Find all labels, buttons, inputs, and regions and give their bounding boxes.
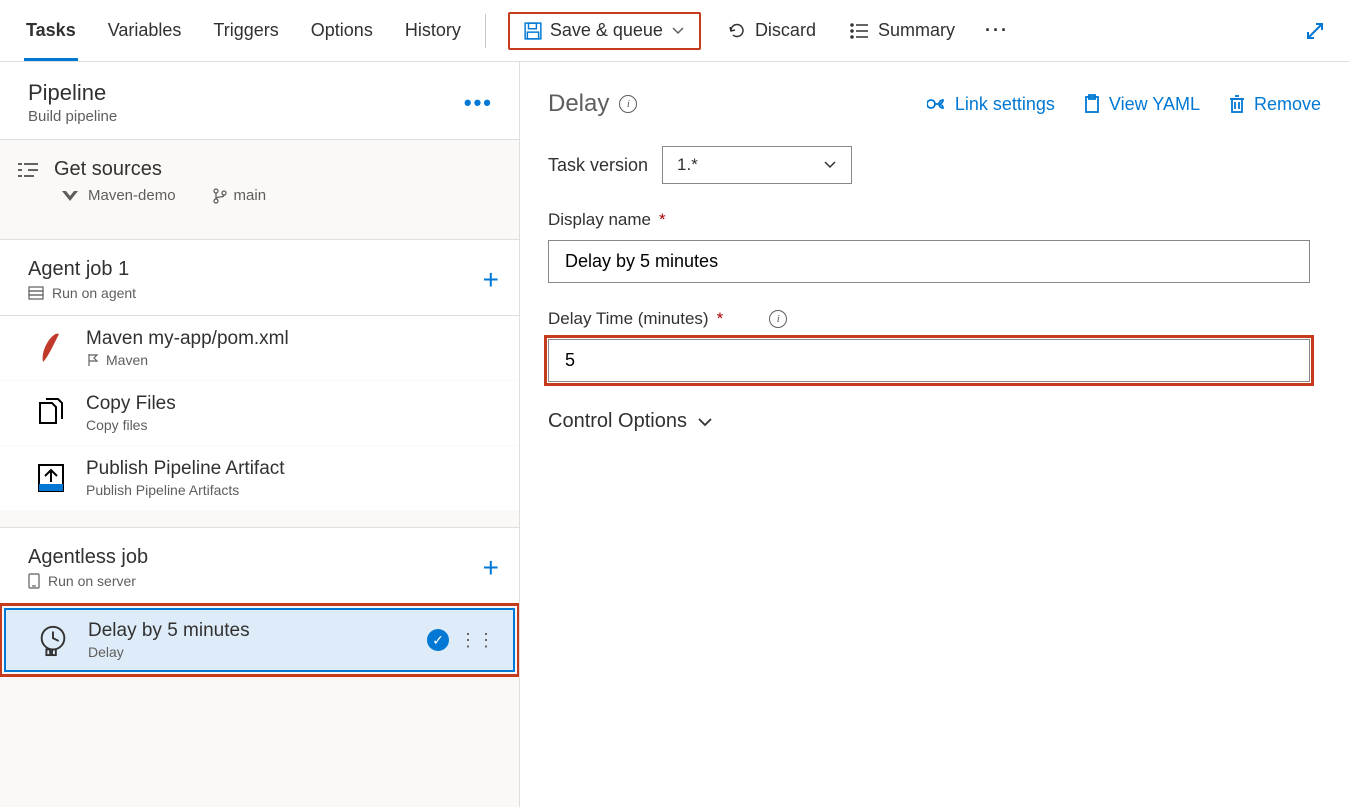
job-title: Agent job 1 (28, 258, 136, 281)
delay-time-input[interactable] (548, 339, 1310, 382)
task-version-label: Task version (548, 155, 648, 176)
tab-variables[interactable]: Variables (106, 0, 184, 61)
task-name: Delay by 5 minutes (88, 620, 250, 642)
branch-name: main (234, 187, 267, 204)
pipeline-title: Pipeline (28, 80, 117, 106)
separator (485, 14, 486, 48)
save-queue-button[interactable]: Save & queue (508, 12, 701, 50)
repo-icon (60, 189, 80, 203)
repo-name: Maven-demo (88, 187, 176, 204)
view-yaml-button[interactable]: View YAML (1083, 94, 1200, 115)
delay-time-label: Delay Time (minutes) (548, 309, 709, 329)
task-sub: Delay (88, 644, 124, 660)
more-button[interactable]: ··· (977, 12, 1017, 50)
save-queue-label: Save & queue (550, 20, 663, 41)
tab-tasks[interactable]: Tasks (24, 0, 78, 61)
branch-icon (212, 188, 228, 204)
required-marker: * (659, 210, 666, 230)
discard-button[interactable]: Discard (719, 12, 824, 50)
upload-icon (34, 461, 68, 495)
job-header-agent[interactable]: Agent job 1 Run on agent + (0, 239, 519, 316)
task-enabled-icon: ✓ (427, 629, 449, 651)
control-options-toggle[interactable]: Control Options (548, 410, 1321, 433)
add-task-button[interactable]: + (483, 264, 499, 296)
trash-icon (1228, 94, 1246, 114)
task-name: Publish Pipeline Artifact (86, 458, 285, 480)
task-maven[interactable]: Maven my-app/pom.xml Maven (0, 316, 519, 381)
flag-icon (86, 353, 100, 367)
job-header-agentless[interactable]: Agentless job Run on server + (0, 527, 519, 604)
job-title: Agentless job (28, 546, 148, 569)
fullscreen-icon[interactable] (1305, 21, 1325, 41)
task-name: Copy Files (86, 393, 176, 415)
pipeline-tree: Pipeline Build pipeline ••• Get sources … (0, 62, 520, 807)
summary-button[interactable]: Summary (842, 12, 963, 50)
task-version-value: 1.* (677, 155, 698, 175)
chevron-down-icon (671, 26, 685, 36)
task-detail-panel: Delay i Link settings View YAML (520, 62, 1349, 807)
tab-options[interactable]: Options (309, 0, 375, 61)
maven-icon (34, 331, 68, 365)
tab-history[interactable]: History (403, 0, 463, 61)
required-marker: * (717, 309, 724, 329)
task-version-select[interactable]: 1.* (662, 146, 852, 184)
task-copy-files[interactable]: Copy Files Copy files (0, 381, 519, 446)
pipeline-header[interactable]: Pipeline Build pipeline ••• (0, 62, 519, 140)
tab-triggers[interactable]: Triggers (211, 0, 280, 61)
undo-icon (727, 21, 747, 41)
display-name-label: Display name (548, 210, 651, 230)
detail-title: Delay (548, 90, 609, 118)
tab-strip: Tasks Variables Triggers Options History (24, 0, 463, 61)
info-icon[interactable]: i (769, 310, 787, 328)
clipboard-icon (1083, 94, 1101, 114)
list-icon (850, 23, 870, 39)
add-task-button[interactable]: + (483, 552, 499, 584)
sources-icon (16, 161, 40, 179)
task-sub: Maven (106, 352, 148, 368)
drag-handle-icon[interactable]: ⋮⋮ (459, 631, 495, 649)
link-icon (927, 97, 947, 111)
top-bar: Tasks Variables Triggers Options History… (0, 0, 1349, 62)
info-icon[interactable]: i (619, 95, 637, 113)
task-delay[interactable]: Delay by 5 minutes Delay ✓ ⋮⋮ (4, 608, 515, 672)
remove-button[interactable]: Remove (1228, 94, 1321, 115)
chevron-down-icon (823, 160, 837, 170)
get-sources[interactable]: Get sources Maven-demo main (0, 140, 519, 223)
server-icon (28, 573, 40, 589)
job-subtitle: Run on server (48, 573, 136, 589)
chevron-down-icon (697, 416, 713, 428)
pipeline-subtitle: Build pipeline (28, 108, 117, 125)
copy-icon (34, 396, 68, 430)
task-sub: Copy files (86, 417, 147, 433)
display-name-input[interactable] (548, 240, 1310, 283)
task-sub: Publish Pipeline Artifacts (86, 482, 239, 498)
get-sources-label: Get sources (54, 158, 162, 181)
task-name: Maven my-app/pom.xml (86, 328, 289, 350)
discard-label: Discard (755, 20, 816, 41)
save-icon (524, 22, 542, 40)
pipeline-more-icon[interactable]: ••• (458, 90, 499, 116)
delay-icon (36, 623, 70, 657)
summary-label: Summary (878, 20, 955, 41)
job-subtitle: Run on agent (52, 285, 136, 301)
task-publish-artifact[interactable]: Publish Pipeline Artifact Publish Pipeli… (0, 446, 519, 511)
link-settings-button[interactable]: Link settings (927, 94, 1055, 115)
server-icon (28, 286, 44, 300)
